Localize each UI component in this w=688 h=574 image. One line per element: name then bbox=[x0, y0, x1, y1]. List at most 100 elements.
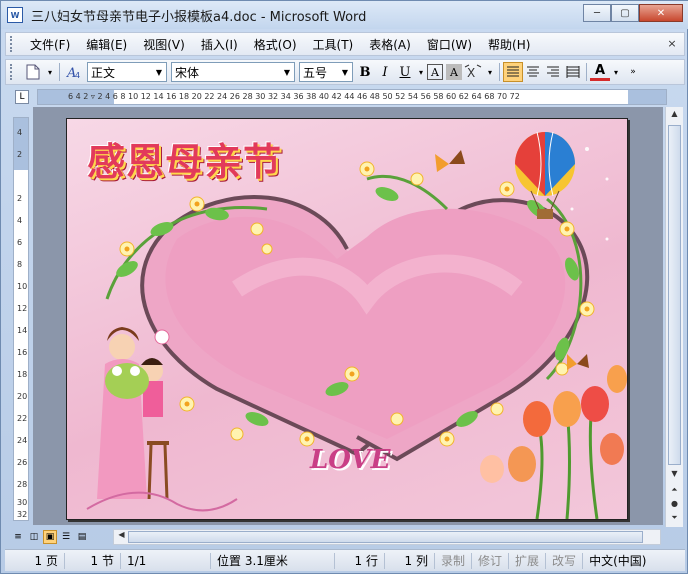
vruler-label: 26 bbox=[17, 458, 28, 467]
minimize-button[interactable]: ─ bbox=[583, 4, 611, 22]
underline-button[interactable]: U bbox=[395, 62, 415, 82]
svg-text:4: 4 bbox=[75, 71, 80, 80]
svg-text:X: X bbox=[467, 66, 475, 80]
character-border-button[interactable]: A bbox=[427, 64, 443, 80]
reading-layout-view-icon[interactable]: ▤ bbox=[75, 530, 89, 544]
close-button[interactable]: ✕ bbox=[639, 4, 683, 22]
font-color-chevron-icon[interactable]: ▾ bbox=[611, 62, 621, 82]
status-record-macro[interactable]: 录制 bbox=[435, 552, 473, 569]
print-layout-view-icon[interactable]: ▣ bbox=[43, 530, 57, 544]
web-layout-view-icon[interactable]: ◫ bbox=[27, 530, 41, 544]
vertical-ruler-top-margin bbox=[14, 118, 28, 170]
character-shading-button[interactable]: A bbox=[446, 64, 462, 80]
menu-view[interactable]: 视图(V) bbox=[135, 36, 193, 53]
toolbar-overflow-icon[interactable]: » bbox=[628, 62, 638, 82]
vruler-label: 12 bbox=[17, 304, 28, 313]
toolbar-separator bbox=[586, 63, 587, 81]
poster-headline: 感恩母亲节 bbox=[87, 139, 283, 184]
scaling-options-chevron-icon[interactable]: ▾ bbox=[485, 62, 495, 82]
toolbar-grip-handle[interactable] bbox=[10, 64, 18, 80]
status-extend-selection[interactable]: 扩展 bbox=[509, 552, 547, 569]
document-page[interactable]: 感恩母亲节 LOVE bbox=[66, 118, 628, 520]
previous-page-icon[interactable]: ⏶ bbox=[668, 485, 681, 499]
window-title: 三八妇女节母亲节电子小报模板a4.doc - Microsoft Word bbox=[31, 9, 367, 25]
vruler-label: 2 bbox=[17, 194, 23, 203]
status-page: 1 页 bbox=[5, 552, 65, 569]
menu-table[interactable]: 表格(A) bbox=[361, 36, 419, 53]
menu-tools[interactable]: 工具(T) bbox=[305, 36, 362, 53]
window-controls: ─ ▢ ✕ bbox=[583, 4, 683, 22]
menu-grip-handle[interactable] bbox=[10, 36, 18, 52]
align-justify-button[interactable] bbox=[503, 62, 523, 82]
formatting-toolbar: ▾ A4 正文 ▼ 宋体 ▼ 五号 ▼ B I U ▾ A A X ▾ A ▾ … bbox=[5, 59, 685, 85]
align-center-button[interactable] bbox=[523, 62, 543, 82]
scroll-up-icon[interactable]: ▲ bbox=[668, 109, 681, 123]
next-page-icon[interactable]: ⏷ bbox=[668, 513, 681, 527]
menu-window[interactable]: 窗口(W) bbox=[419, 36, 480, 53]
menu-file[interactable]: 文件(F) bbox=[22, 36, 78, 53]
toolbar-options-chevron-icon[interactable]: ▾ bbox=[45, 62, 55, 82]
style-select[interactable]: 正文 ▼ bbox=[87, 62, 167, 82]
toolbar-separator bbox=[59, 63, 60, 81]
outline-view-icon[interactable]: ☰ bbox=[59, 530, 73, 544]
menu-insert[interactable]: 插入(I) bbox=[193, 36, 246, 53]
menu-help[interactable]: 帮助(H) bbox=[480, 36, 538, 53]
font-size-select[interactable]: 五号 ▼ bbox=[299, 62, 353, 82]
ruler-tick-labels: 6 4 2 ▿ 2 4 6 8 10 12 14 16 18 20 22 24 … bbox=[68, 92, 520, 101]
distributed-align-button[interactable] bbox=[563, 62, 583, 82]
font-select[interactable]: 宋体 ▼ bbox=[171, 62, 295, 82]
status-bar: 1 页 1 节 1/1 位置 3.1厘米 1 行 1 列 录制 修订 扩展 改写… bbox=[5, 549, 685, 571]
bold-button[interactable]: B bbox=[355, 62, 375, 82]
status-line: 1 行 bbox=[335, 552, 385, 569]
vruler-label: 4 bbox=[17, 128, 23, 137]
chevron-down-icon: ▼ bbox=[341, 67, 349, 77]
status-language[interactable]: 中文(中国) bbox=[583, 553, 652, 569]
ruler-right-margin bbox=[628, 90, 666, 104]
vertical-scroll-thumb[interactable] bbox=[668, 125, 681, 465]
style-select-value: 正文 bbox=[91, 65, 116, 80]
styles-formatting-icon[interactable]: A4 bbox=[64, 62, 84, 82]
horizontal-ruler[interactable]: 6 4 2 ▿ 2 4 6 8 10 12 14 16 18 20 22 24 … bbox=[37, 89, 667, 105]
vruler-label: 10 bbox=[17, 282, 28, 291]
vruler-label: 32 bbox=[17, 510, 28, 519]
vruler-label: 6 bbox=[17, 238, 23, 247]
vruler-label: 24 bbox=[17, 436, 28, 445]
toolbar-separator bbox=[499, 63, 500, 81]
status-column: 1 列 bbox=[385, 552, 435, 569]
vruler-label: 20 bbox=[17, 392, 28, 401]
align-right-button[interactable] bbox=[543, 62, 563, 82]
horizontal-scroll-thumb[interactable] bbox=[128, 531, 643, 543]
vruler-label: 14 bbox=[17, 326, 28, 335]
document-canvas[interactable]: 感恩母亲节 LOVE bbox=[33, 107, 663, 525]
menu-bar: 文件(F) 编辑(E) 视图(V) 插入(I) 格式(O) 工具(T) 表格(A… bbox=[5, 32, 685, 56]
horizontal-scrollbar[interactable]: ◀ bbox=[113, 529, 661, 545]
status-track-changes[interactable]: 修订 bbox=[472, 552, 510, 569]
word-window: W 三八妇女节母亲节电子小报模板a4.doc - Microsoft Word … bbox=[0, 0, 688, 574]
font-select-value: 宋体 bbox=[175, 65, 200, 80]
maximize-button[interactable]: ▢ bbox=[611, 4, 639, 22]
vertical-ruler[interactable]: 4 2 2 4 6 8 10 12 14 16 18 20 22 24 26 2… bbox=[13, 117, 29, 521]
character-scaling-icon[interactable]: X bbox=[463, 62, 483, 82]
vruler-label: 22 bbox=[17, 414, 28, 423]
status-overtype[interactable]: 改写 bbox=[546, 552, 584, 569]
document-close-icon[interactable]: × bbox=[664, 36, 680, 52]
new-document-icon[interactable] bbox=[23, 62, 43, 82]
status-section: 1 节 bbox=[65, 552, 121, 569]
view-mode-buttons: ≡ ◫ ▣ ☰ ▤ bbox=[11, 530, 89, 544]
vertical-scrollbar[interactable]: ▲ ▼ ⏶ ● ⏷ bbox=[665, 107, 683, 527]
italic-button[interactable]: I bbox=[375, 62, 395, 82]
scroll-down-icon[interactable]: ▼ bbox=[668, 469, 681, 483]
select-browse-object-icon[interactable]: ● bbox=[668, 499, 681, 513]
underline-options-chevron-icon[interactable]: ▾ bbox=[416, 62, 426, 82]
menu-edit[interactable]: 编辑(E) bbox=[78, 36, 135, 53]
vruler-label: 2 bbox=[17, 150, 23, 159]
vruler-label: 18 bbox=[17, 370, 28, 379]
tab-selector[interactable]: L bbox=[15, 90, 29, 104]
word-app-icon[interactable]: W bbox=[7, 7, 23, 23]
font-size-value: 五号 bbox=[303, 65, 328, 80]
scroll-left-icon[interactable]: ◀ bbox=[115, 530, 128, 544]
menu-format[interactable]: 格式(O) bbox=[246, 36, 305, 53]
vruler-label: 4 bbox=[17, 216, 23, 225]
font-color-button[interactable]: A bbox=[590, 63, 610, 81]
normal-view-icon[interactable]: ≡ bbox=[11, 530, 25, 544]
